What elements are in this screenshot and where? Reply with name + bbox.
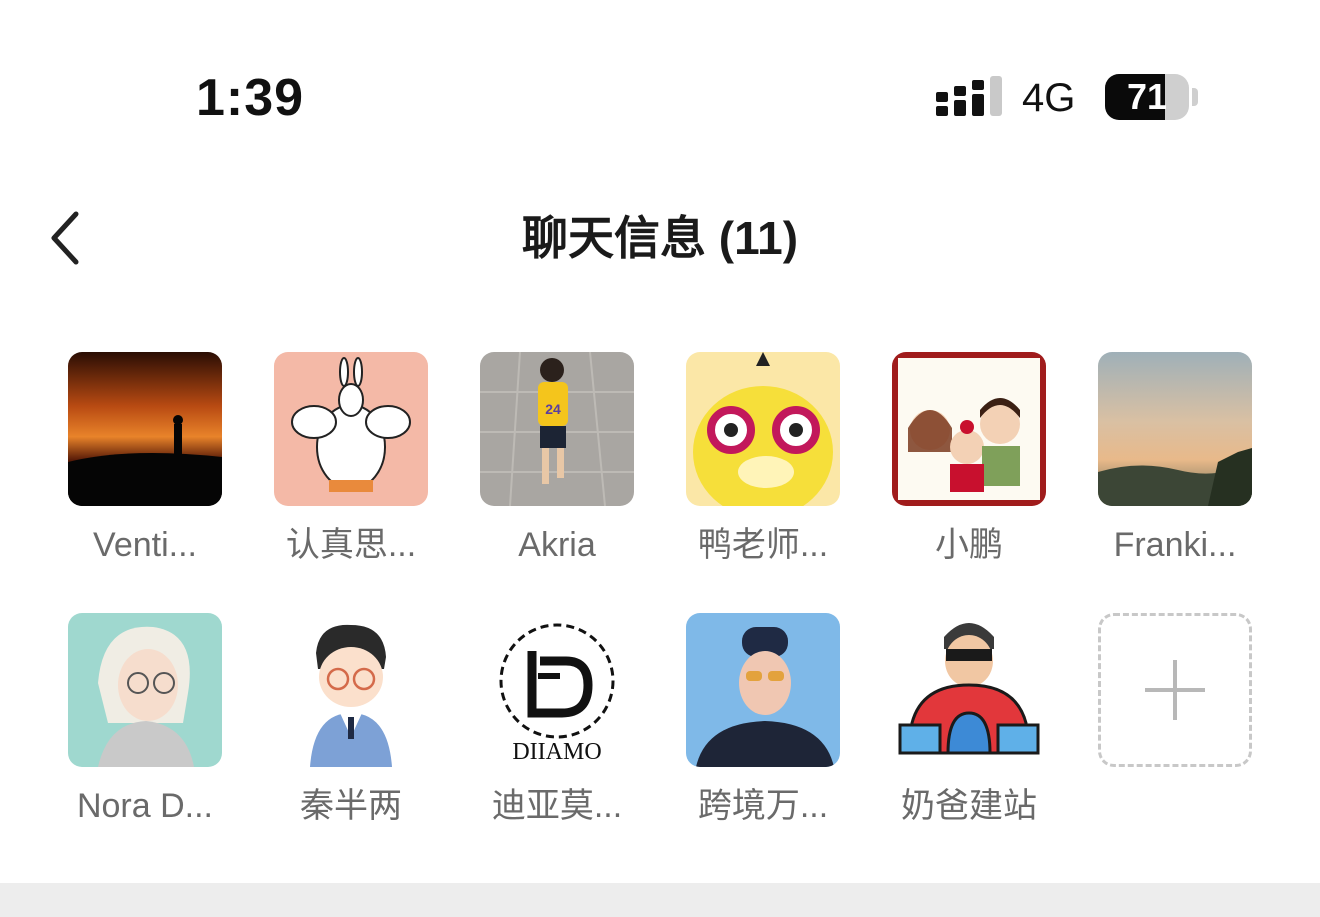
member-name: 迪亚莫... [491,787,623,825]
battery-level: 71 [1126,76,1168,117]
battery-icon: 71 [1105,74,1189,120]
network-type: 4G [1022,76,1076,120]
jersey-number: 24 [545,401,561,417]
member-name: Nora D... [76,787,214,825]
member-item[interactable]: Franki... [1098,352,1252,566]
member-name: 秦半两 [300,787,402,825]
member-item[interactable]: 鸭老师... [686,352,840,566]
member-name: 认真思... [285,526,417,564]
member-item[interactable]: Nora D... [68,613,222,827]
member-item[interactable]: 跨境万... [686,613,840,827]
member-name: Akria [518,526,596,564]
member-item[interactable]: 认真思... [274,352,428,566]
member-avatar[interactable] [686,613,840,767]
member-name: Venti... [93,526,197,564]
add-member-item[interactable] [1098,613,1252,827]
member-avatar[interactable] [1098,352,1252,506]
member-name: 鸭老师... [697,526,829,564]
member-item[interactable]: 奶爸建站 [892,613,1046,827]
member-grid: Venti... 认真思... 24 Akria 鸭老师... 小鹏 Frank… [68,352,1254,827]
member-item[interactable]: 秦半两 [274,613,428,827]
signal-strength-icon [936,76,1002,116]
member-avatar[interactable] [68,352,222,506]
section-divider [0,883,1320,917]
diiamo-logo-text: DIIAMO [512,739,601,765]
member-item[interactable]: 24 Akria [480,352,634,566]
status-time: 1:39 [196,69,305,127]
member-avatar[interactable] [892,613,1046,767]
member-avatar[interactable] [68,613,222,767]
member-item[interactable]: Venti... [68,352,222,566]
member-avatar[interactable]: DIIAMO [480,613,634,767]
member-avatar[interactable] [892,352,1046,506]
member-avatar[interactable] [274,613,428,767]
member-avatar[interactable] [686,352,840,506]
battery-tip [1192,88,1198,106]
add-member-button[interactable] [1098,613,1252,767]
member-item[interactable]: 小鹏 [892,352,1046,566]
member-avatar[interactable] [274,352,428,506]
page-title: 聊天信息 (11) [521,212,799,264]
member-name: 小鹏 [935,526,1003,564]
plus-icon [1145,660,1205,720]
member-item[interactable]: DIIAMO 迪亚莫... [480,613,634,827]
member-avatar[interactable]: 24 [480,352,634,506]
member-name: 奶爸建站 [901,787,1037,825]
member-name: Franki... [1113,526,1237,564]
member-name: 跨境万... [697,787,829,825]
